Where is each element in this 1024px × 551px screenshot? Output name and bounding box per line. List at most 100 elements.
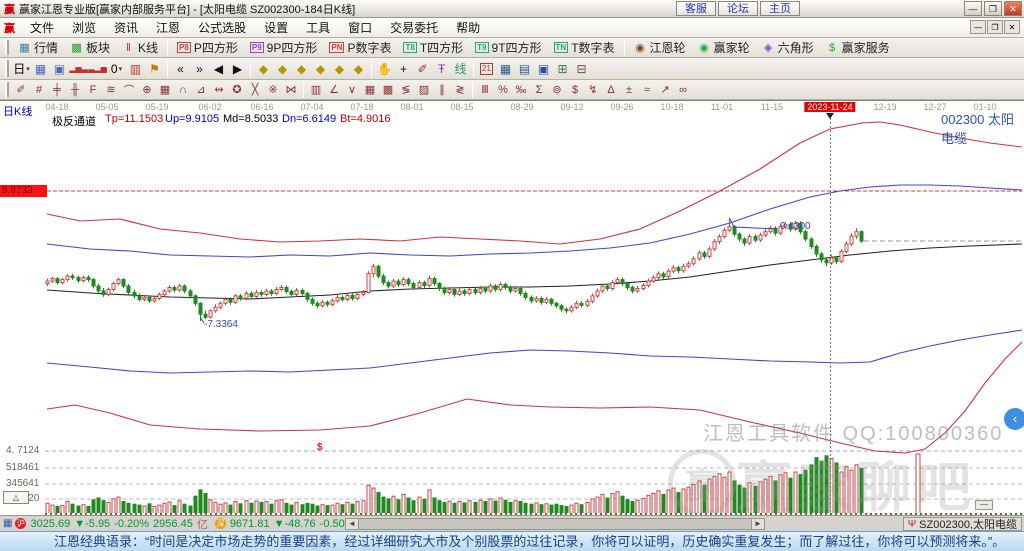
- draw-tool-1-7[interactable]: ∥: [433, 81, 451, 99]
- tool-save[interactable]: ▣: [534, 60, 553, 78]
- back-float-button[interactable]: ‹: [1004, 408, 1024, 430]
- draw-tool-2-1[interactable]: %: [494, 81, 512, 99]
- draw-tool-1-2[interactable]: ∨: [343, 81, 361, 99]
- tool-period-day[interactable]: 日 ▾: [12, 60, 31, 78]
- pane-minimize-button[interactable]: —: [975, 500, 993, 510]
- draw-tool-1-3[interactable]: ▦: [361, 81, 379, 99]
- tool-gann-diamond-4[interactable]: ◆: [311, 60, 330, 78]
- draw-tool-0-10[interactable]: ⊿: [192, 81, 210, 99]
- menu-江恩[interactable]: 江恩: [147, 17, 189, 38]
- draw-tool-0-4[interactable]: F: [84, 81, 102, 99]
- draw-tool-2-6[interactable]: ↯: [584, 81, 602, 99]
- draw-tool-0-7[interactable]: ⊕: [138, 81, 156, 99]
- tool-calendar[interactable]: 21: [477, 60, 496, 78]
- tool-prev-bar[interactable]: ◀: [209, 60, 228, 78]
- draw-tool-2-7[interactable]: Δ: [602, 81, 620, 99]
- tool-last-page[interactable]: »: [190, 60, 209, 78]
- mdi-restore-button[interactable]: ❐: [987, 20, 1003, 34]
- draw-tool-0-9[interactable]: ∩: [174, 81, 192, 99]
- menu-资讯[interactable]: 资讯: [105, 17, 147, 38]
- draw-tool-0-5[interactable]: ≋: [102, 81, 120, 99]
- tool-export[interactable]: ⊟: [572, 60, 591, 78]
- tool-gann-diamond-6[interactable]: ◆: [349, 60, 368, 78]
- draw-tool-0-8[interactable]: ▦: [156, 81, 174, 99]
- tool-adjust-price[interactable]: 0 ▾: [107, 60, 126, 78]
- tool-quotes[interactable]: ▦ 行情: [12, 39, 64, 57]
- grid-icon[interactable]: ▦: [3, 518, 12, 529]
- tool-hexagon[interactable]: ◈ 六角形: [756, 39, 820, 57]
- tool-print[interactable]: ⊞: [553, 60, 572, 78]
- menu-公式选股[interactable]: 公式选股: [189, 17, 255, 38]
- menu-文件[interactable]: 文件: [21, 17, 63, 38]
- tool-winner-wheel[interactable]: ◉ 赢家轮: [692, 39, 756, 57]
- scroll-track[interactable]: [359, 518, 751, 530]
- menu-窗口[interactable]: 窗口: [339, 17, 381, 38]
- tool-line-tool[interactable]: 线: [451, 60, 470, 78]
- draw-tool-0-12[interactable]: ✪: [228, 81, 246, 99]
- tool-gann-diamond-1[interactable]: ◆: [254, 60, 273, 78]
- draw-tool-2-4[interactable]: ⊚: [548, 81, 566, 99]
- tool-calculator[interactable]: ▦: [496, 60, 515, 78]
- draw-tool-0-13[interactable]: ╳: [246, 81, 264, 99]
- draw-tool-2-3[interactable]: Σ: [530, 81, 548, 99]
- draw-tool-2-9[interactable]: ≈: [638, 81, 656, 99]
- draw-tool-2-2[interactable]: ‰: [512, 81, 530, 99]
- tool-gann-wheel[interactable]: ◉ 江恩轮: [628, 39, 692, 57]
- draw-tool-2-10[interactable]: ↗: [656, 81, 674, 99]
- menu-交易委托[interactable]: 交易委托: [381, 17, 447, 38]
- draw-tool-2-0[interactable]: Ⅲ: [476, 81, 494, 99]
- draw-tool-2-8[interactable]: ±: [620, 81, 638, 99]
- mdi-close-button[interactable]: ✕: [1004, 20, 1020, 34]
- tool-gann-diamond-5[interactable]: ◆: [330, 60, 349, 78]
- draw-tool-0-11[interactable]: ↭: [210, 81, 228, 99]
- draw-tool-1-8[interactable]: ≷: [451, 81, 469, 99]
- tool-gann-diamond-3[interactable]: ◆: [292, 60, 311, 78]
- draw-tool-0-14[interactable]: ※: [264, 81, 282, 99]
- tool-winner-service[interactable]: $ 赢家服务: [820, 39, 896, 57]
- tool-crosshair-tool[interactable]: +: [394, 60, 413, 78]
- tool-hand-tool[interactable]: ✋: [375, 60, 394, 78]
- titlebar-link-主页[interactable]: 主页: [760, 1, 800, 16]
- tool-kline-style[interactable]: ▣: [50, 60, 69, 78]
- tool-9p-square[interactable]: P9 9P四方形: [244, 39, 323, 57]
- tool-measure-tool[interactable]: ✐: [413, 60, 432, 78]
- tool-p-square[interactable]: P8 P四方形: [171, 39, 244, 57]
- collapse-volume-button[interactable]: △: [3, 491, 29, 504]
- tool-mini-bars-alt[interactable]: ▃▂▅: [88, 60, 107, 78]
- draw-tool-0-0[interactable]: ✐: [12, 81, 30, 99]
- current-stock-indicator[interactable]: Ψ SZ002300,太阳电缆: [902, 517, 1022, 531]
- tool-9t-square[interactable]: T9 9T四方形: [469, 39, 547, 57]
- market-index-sh[interactable]: 沪 3025.69 ▼-5.95 -0.20% 2956.45 亿: [15, 516, 208, 532]
- restore-button[interactable]: ❐: [984, 1, 1002, 16]
- tool-flag-mark[interactable]: ⚑: [145, 60, 164, 78]
- titlebar-link-论坛[interactable]: 论坛: [718, 1, 758, 16]
- close-button[interactable]: ✕: [1004, 1, 1022, 16]
- draw-tool-0-2[interactable]: ╪: [48, 81, 66, 99]
- tool-p-table[interactable]: PN P数字表: [323, 39, 397, 57]
- draw-tool-0-15[interactable]: ⋈: [282, 81, 300, 99]
- menu-设置[interactable]: 设置: [255, 17, 297, 38]
- draw-tool-2-11[interactable]: ∞: [674, 81, 692, 99]
- horizontal-scrollbar[interactable]: ◄ ►: [345, 518, 765, 530]
- tool-gann-diamond-2[interactable]: ◆: [273, 60, 292, 78]
- tool-window-layout[interactable]: ▦: [31, 60, 50, 78]
- tool-notes[interactable]: ▤: [515, 60, 534, 78]
- draw-tool-1-5[interactable]: ≶: [397, 81, 415, 99]
- draw-tool-0-6[interactable]: ⌒: [120, 81, 138, 99]
- tool-first-page[interactable]: «: [171, 60, 190, 78]
- tool-mini-bars[interactable]: ▂▅▃: [69, 60, 88, 78]
- menu-工具[interactable]: 工具: [297, 17, 339, 38]
- draw-tool-2-5[interactable]: $: [566, 81, 584, 99]
- tool-t-square[interactable]: T8 T四方形: [397, 39, 469, 57]
- scroll-left-arrow[interactable]: ◄: [345, 518, 359, 530]
- tool-next-bar[interactable]: ▶: [228, 60, 247, 78]
- draw-tool-1-0[interactable]: ▥: [307, 81, 325, 99]
- draw-tool-1-1[interactable]: ∠: [325, 81, 343, 99]
- draw-tool-1-4[interactable]: ▩: [379, 81, 397, 99]
- draw-tool-1-6[interactable]: ▨: [415, 81, 433, 99]
- tool-t-table[interactable]: TN T数字表: [548, 39, 621, 57]
- titlebar-link-客服[interactable]: 客服: [676, 1, 716, 16]
- draw-tool-0-3[interactable]: ╫: [66, 81, 84, 99]
- tool-kline[interactable]: ‖ K线: [116, 39, 164, 57]
- minimize-button[interactable]: —: [964, 1, 982, 16]
